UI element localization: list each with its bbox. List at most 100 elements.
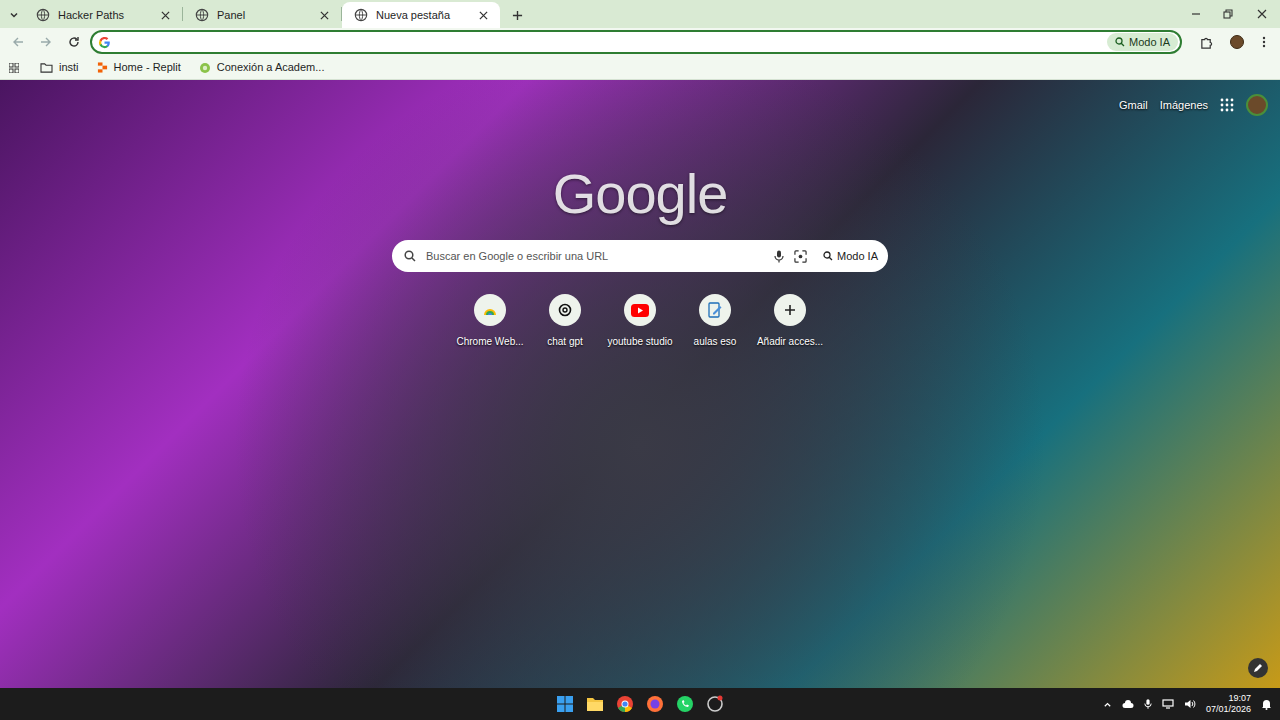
tab[interactable]: Nueva pestaña bbox=[342, 2, 500, 28]
apps-grid-icon bbox=[9, 63, 19, 73]
ai-mode-button[interactable]: Modo IA bbox=[817, 244, 884, 268]
site-icon bbox=[195, 8, 209, 22]
minimize-icon bbox=[1191, 9, 1201, 19]
academy-icon bbox=[199, 62, 211, 74]
address-bar[interactable]: Modo IA bbox=[90, 30, 1182, 54]
close-icon[interactable] bbox=[320, 11, 329, 20]
app-icon[interactable] bbox=[706, 695, 724, 713]
bookmark-label: Home - Replit bbox=[114, 59, 181, 76]
profile-button[interactable] bbox=[1230, 35, 1244, 49]
new-tab-page: Gmail Imágenes Google Modo IA Chrome Web... c… bbox=[0, 80, 1280, 688]
site-icon bbox=[36, 8, 50, 22]
search-input[interactable] bbox=[426, 248, 764, 265]
extensions-button[interactable] bbox=[1192, 30, 1220, 54]
minimize-button[interactable] bbox=[1180, 0, 1212, 28]
search-icon bbox=[404, 250, 416, 262]
tab-label: Panel bbox=[217, 7, 312, 24]
apps-button[interactable] bbox=[6, 58, 22, 78]
shortcut[interactable]: youtube studio bbox=[603, 294, 678, 349]
tab-label: Hacker Paths bbox=[58, 7, 153, 24]
taskbar: 19:0707/01/2026 bbox=[0, 688, 1280, 720]
system-tray: 19:0707/01/2026 bbox=[1103, 688, 1272, 720]
puzzle-icon bbox=[1200, 36, 1213, 49]
clock[interactable]: 19:0707/01/2026 bbox=[1206, 693, 1251, 715]
google-icon bbox=[98, 36, 111, 49]
shortcut[interactable]: Añadir acces... bbox=[753, 294, 828, 349]
time: 19:07 bbox=[1228, 693, 1251, 704]
pencil-icon bbox=[1253, 663, 1263, 673]
shortcut-tile bbox=[549, 294, 581, 326]
customize-button[interactable] bbox=[1248, 658, 1268, 678]
header-links: Gmail Imágenes bbox=[1119, 94, 1268, 116]
shortcut-label: Añadir acces... bbox=[757, 334, 823, 349]
bookmark[interactable]: Conexión a Academ... bbox=[193, 58, 331, 78]
chevron-up-icon[interactable] bbox=[1103, 700, 1112, 709]
address-input[interactable] bbox=[119, 32, 1099, 52]
shortcut-tile bbox=[774, 294, 806, 326]
google-logo: Google bbox=[553, 162, 728, 226]
ai-mode-button[interactable]: Modo IA bbox=[1107, 33, 1178, 51]
shortcut[interactable]: aulas eso bbox=[678, 294, 753, 349]
tab[interactable]: Panel bbox=[183, 2, 341, 28]
tab[interactable]: Hacker Paths bbox=[24, 2, 182, 28]
aulas-icon bbox=[708, 302, 722, 318]
windows-start-icon[interactable] bbox=[556, 695, 574, 713]
bookmark-label: insti bbox=[59, 59, 79, 76]
site-icon bbox=[354, 8, 368, 22]
restore-icon bbox=[1223, 9, 1233, 19]
shortcut-label: chat gpt bbox=[547, 334, 583, 349]
firefox-icon[interactable] bbox=[646, 695, 664, 713]
notification-bell-icon[interactable] bbox=[1261, 698, 1272, 710]
shortcut-tile bbox=[624, 294, 656, 326]
bookmark-label: Conexión a Academ... bbox=[217, 59, 325, 76]
ai-mode-label: Modo IA bbox=[837, 248, 878, 265]
header-link[interactable]: Gmail bbox=[1119, 97, 1148, 114]
tab-strip: Hacker Paths Panel Nueva pestaña bbox=[0, 0, 1280, 28]
shortcut[interactable]: chat gpt bbox=[528, 294, 603, 349]
network-icon[interactable] bbox=[1162, 699, 1174, 709]
reload-icon bbox=[68, 36, 80, 48]
restore-button[interactable] bbox=[1212, 0, 1244, 28]
back-arrow-icon bbox=[12, 36, 24, 48]
bookmark[interactable]: Home - Replit bbox=[91, 58, 187, 78]
replit-icon bbox=[97, 62, 108, 73]
date: 07/01/2026 bbox=[1206, 704, 1251, 715]
reload-button[interactable] bbox=[62, 30, 86, 54]
youtube-icon bbox=[631, 304, 649, 317]
tab-label: Nueva pestaña bbox=[376, 7, 471, 24]
toolbar: Modo IA bbox=[0, 28, 1280, 56]
new-tab-button[interactable] bbox=[504, 2, 530, 28]
forward-arrow-icon bbox=[40, 36, 52, 48]
chrome-web-store-icon bbox=[483, 304, 497, 316]
close-window-button[interactable] bbox=[1244, 0, 1280, 28]
plus-icon bbox=[784, 304, 796, 316]
lens-icon[interactable] bbox=[794, 250, 807, 263]
profile-avatar[interactable] bbox=[1246, 94, 1268, 116]
tab-search-button[interactable] bbox=[6, 2, 22, 28]
shortcut[interactable]: Chrome Web... bbox=[453, 294, 528, 349]
chevron-down-icon bbox=[9, 10, 19, 20]
bookmarks-bar: insti Home - Replit Conexión a Academ... bbox=[0, 56, 1280, 80]
ai-mode-label: Modo IA bbox=[1129, 34, 1170, 51]
close-icon[interactable] bbox=[161, 11, 170, 20]
search-box[interactable]: Modo IA bbox=[392, 240, 888, 272]
folder-icon bbox=[40, 62, 53, 73]
file-explorer-icon[interactable] bbox=[586, 696, 604, 712]
apps-grid-icon[interactable] bbox=[1220, 98, 1234, 112]
volume-icon[interactable] bbox=[1184, 699, 1196, 709]
shortcuts: Chrome Web... chat gpt youtube studio aulas… bbox=[453, 294, 828, 349]
menu-button[interactable] bbox=[1254, 30, 1274, 54]
cloud-icon[interactable] bbox=[1122, 700, 1134, 709]
shortcut-label: youtube studio bbox=[607, 334, 672, 349]
microphone-icon[interactable] bbox=[774, 250, 784, 263]
chrome-icon[interactable] bbox=[616, 695, 634, 713]
close-icon[interactable] bbox=[479, 11, 488, 20]
whatsapp-icon[interactable] bbox=[676, 695, 694, 713]
header-link[interactable]: Imágenes bbox=[1160, 97, 1208, 114]
shortcut-label: aulas eso bbox=[694, 334, 737, 349]
bookmark[interactable]: insti bbox=[34, 58, 85, 78]
microphone-icon[interactable] bbox=[1144, 698, 1152, 710]
forward-button[interactable] bbox=[34, 30, 58, 54]
back-button[interactable] bbox=[6, 30, 30, 54]
plus-icon bbox=[512, 10, 523, 21]
